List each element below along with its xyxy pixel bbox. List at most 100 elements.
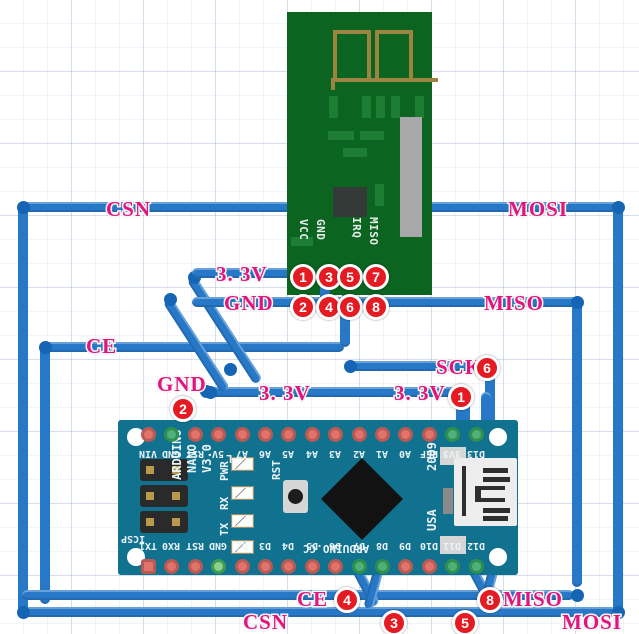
nano-pad-d5[interactable]: [304, 559, 320, 574]
icsp-pin-6: [172, 518, 180, 526]
pin-badge-b-mosi-5[interactable]: 5: [452, 610, 478, 634]
wire-mosi-right-vert[interactable]: [613, 202, 623, 614]
pin-badge-b-nrf-2[interactable]: 2: [290, 294, 316, 320]
smd-pad-6: [328, 131, 354, 140]
wire-joint-gnd-d1: [164, 293, 177, 306]
led-l: [231, 457, 254, 471]
net-label-v33-right: 3. 3V: [393, 380, 447, 407]
icsp-pin-3: [146, 492, 154, 500]
nano-pad-rst[interactable]: [187, 559, 203, 574]
antenna-trace-2: [375, 30, 413, 82]
net-label-ce-bottom: CE: [295, 586, 329, 613]
silk-led-pwr: PWR: [218, 461, 231, 481]
crystal-can: [400, 117, 422, 237]
nrf-pin-label-miso: MISO: [367, 217, 380, 246]
led-rx: [231, 514, 254, 528]
net-label-gnd-mod: GND: [223, 290, 275, 317]
pin-badge-b-nrf-6[interactable]: 6: [337, 294, 363, 320]
silk-rst: RST: [270, 460, 283, 480]
led-pwr: [231, 486, 254, 500]
wire-joint-mosi-tr: [612, 201, 625, 214]
smd-pad-1: [329, 96, 338, 118]
silk-led-rx: RX: [218, 496, 231, 510]
wire-joint-bl: [17, 606, 30, 619]
pin-badge-b-nrf-7[interactable]: 7: [363, 264, 389, 290]
nano-pad-rst[interactable]: [187, 427, 203, 442]
nano-pin-label-d13: D13: [466, 448, 485, 459]
nrf-pin-label-irq: IRQ: [350, 217, 363, 239]
silk-led-tx: TX: [218, 522, 231, 536]
pin-badge-b-csn-3[interactable]: 3: [381, 610, 407, 634]
mount-hole-tr: [489, 428, 507, 446]
antenna-feed: [331, 78, 438, 82]
net-label-csn-top: CSN: [104, 196, 152, 223]
nano-pad-d3[interactable]: [258, 559, 273, 574]
smd-pad-9: [375, 184, 384, 206]
nano-pad-a4[interactable]: [304, 427, 320, 442]
atmega-mcu: [320, 457, 404, 541]
wire-miso-right-vert[interactable]: [572, 297, 582, 587]
pin-badge-b-nrf-5[interactable]: 5: [337, 264, 363, 290]
nano-pad-a1[interactable]: [375, 427, 390, 442]
wire-joint-ce-tl: [39, 341, 52, 354]
wire-csn-left-vert[interactable]: [18, 202, 28, 612]
nrf-pin-label-gnd: GND: [314, 219, 327, 241]
usb-inner-t1: [483, 468, 508, 473]
usb-inner-c2: [475, 486, 505, 490]
nrf-pin-label-vcc: VCC: [297, 219, 310, 241]
reset-button-cap[interactable]: [288, 489, 303, 504]
silk-usa: USA: [425, 509, 439, 531]
icsp-pin-4: [172, 492, 180, 500]
usb-inner-bar: [462, 466, 466, 516]
pin-badge-b-v33-1[interactable]: 1: [448, 384, 474, 410]
nrf24l01-module[interactable]: VCC GND IRQ MISO: [287, 12, 438, 295]
pin-badge-b-sck-6[interactable]: 6: [474, 355, 500, 381]
pin-badge-b-gnd-2[interactable]: 2: [170, 396, 196, 422]
usb-inner-t2: [483, 477, 510, 482]
nano-pad-a6[interactable]: [258, 427, 273, 442]
usb-inner-b1: [483, 508, 510, 513]
nano-pad-d7[interactable]: [351, 559, 367, 574]
net-label-mosi-bottom: MOSI: [560, 609, 623, 634]
nano-pad-tx1[interactable]: [141, 559, 156, 574]
net-label-gnd-mid: GND: [156, 371, 208, 398]
wire-ce-left-vert[interactable]: [40, 342, 50, 604]
net-label-v33-mod: 3. 3V: [215, 261, 269, 288]
usb-inner-c3: [475, 498, 505, 502]
pin-badge-b-nrf-1[interactable]: 1: [290, 264, 316, 290]
nano-pad-d2[interactable]: [234, 559, 250, 574]
smd-pad-2: [362, 96, 371, 118]
nano-pin-label-d12: D12: [466, 540, 485, 551]
wire-joint-miso-bl: [571, 589, 584, 602]
net-label-csn-bottom: CSN: [241, 609, 289, 634]
arduino-nano-board[interactable]: ICSP ARDUINO NANO V3.0 ARDUINO.CC 2009 U…: [118, 420, 518, 575]
pin-badge-b-ce-4[interactable]: 4: [334, 587, 360, 613]
smd-pad-7: [360, 131, 384, 140]
antenna-trace-1: [333, 30, 371, 82]
nano-pad-vin[interactable]: [141, 427, 156, 442]
icsp-pin-1: [146, 466, 154, 474]
nano-pad-d12[interactable]: [468, 559, 484, 574]
nano-pad-d8[interactable]: [375, 559, 390, 574]
wire-joint-miso-tr: [571, 296, 584, 309]
wire-joint-gnd-d2b: [224, 363, 237, 376]
icsp-pin-5: [146, 518, 154, 526]
usb-shield-pins: [443, 488, 453, 514]
nano-pad-d13[interactable]: [468, 427, 484, 442]
net-label-mosi-top: MOSI: [506, 196, 569, 223]
circuit-diagram-canvas: VCC GND IRQ MISO ICSP ARDUINO NANO V3.0 …: [0, 0, 639, 634]
rf-chip: [333, 187, 367, 217]
pin-badge-b-nrf-8[interactable]: 8: [363, 294, 389, 320]
smd-pad-5: [415, 96, 424, 118]
net-label-miso-right: MISO: [482, 290, 545, 317]
nano-pad-d10[interactable]: [421, 559, 437, 574]
smd-pad-3: [376, 96, 385, 118]
nano-pad-ref[interactable]: [421, 427, 437, 442]
wire-joint-csn-tl: [17, 201, 30, 214]
net-label-ce-left: CE: [84, 333, 118, 360]
wire-joint-sck-left: [344, 360, 357, 373]
net-label-v33-mid: 3. 3V: [258, 380, 312, 407]
pin-badge-b-miso-8[interactable]: 8: [477, 587, 503, 613]
nano-pad-a7[interactable]: [234, 427, 250, 442]
nano-pad-a2[interactable]: [351, 427, 367, 442]
